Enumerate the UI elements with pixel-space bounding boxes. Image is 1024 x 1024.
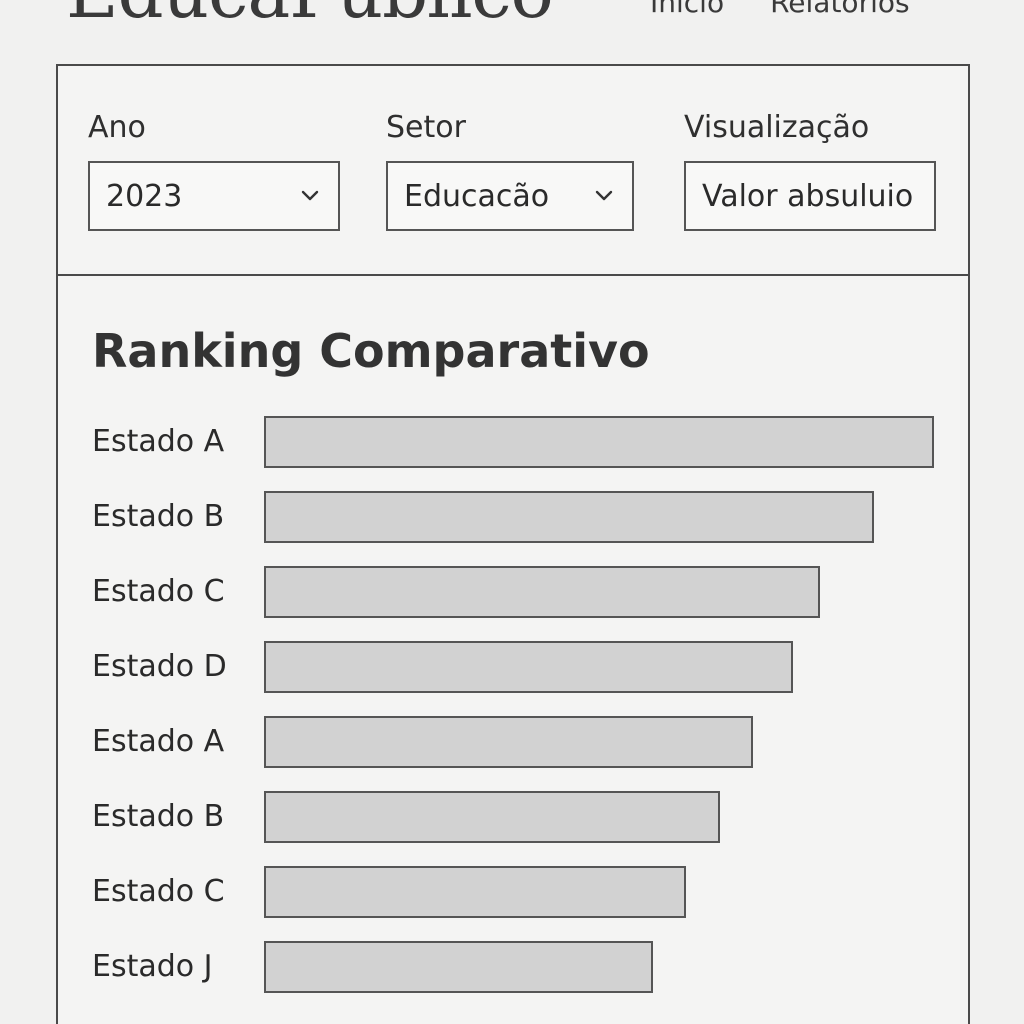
- setor-select[interactable]: Educacão: [386, 161, 634, 231]
- filter-ano: Ano 2023: [88, 110, 340, 231]
- filter-ano-label: Ano: [88, 110, 146, 145]
- bar-label: Estado C: [92, 574, 225, 609]
- top-nav: Inicio Relatorios: [650, 0, 910, 19]
- bar-label: Estado B: [92, 499, 225, 534]
- filters-panel: Ano 2023 Setor Educacão Visualização Val…: [58, 66, 968, 276]
- bar-label: Estado B: [92, 799, 225, 834]
- bar-label: Estado D: [92, 649, 227, 684]
- bar[interactable]: [264, 566, 820, 618]
- dashboard-card: Ano 2023 Setor Educacão Visualização Val…: [56, 64, 970, 1024]
- bar-row: Estado J: [92, 941, 942, 995]
- bar[interactable]: [264, 866, 686, 918]
- ano-select-value: 2023: [106, 178, 183, 214]
- brand-logo[interactable]: EducaPublico: [66, 0, 554, 28]
- bar-row: Estado C: [92, 866, 942, 920]
- visualizacao-select-value: Valor absuluio: [702, 178, 914, 214]
- bar-row: Estado A: [92, 416, 942, 470]
- bar-label: Estado C: [92, 874, 225, 909]
- chevron-down-icon: [301, 190, 319, 201]
- filter-visualizacao: Visualização Valor absuluio: [684, 110, 936, 231]
- bar[interactable]: [264, 791, 720, 843]
- bar-label: Estado A: [92, 724, 225, 759]
- bar-row: Estado D: [92, 641, 942, 695]
- bar-label: Estado J: [92, 949, 213, 984]
- bar[interactable]: [264, 716, 753, 768]
- setor-select-value: Educacão: [404, 178, 550, 214]
- bar-row: Estado B: [92, 791, 942, 845]
- page: EducaPublico Inicio Relatorios Ano 2023 …: [0, 0, 1024, 1024]
- bar[interactable]: [264, 941, 653, 993]
- nav-inicio[interactable]: Inicio: [650, 0, 724, 19]
- bar[interactable]: [264, 641, 793, 693]
- filter-setor: Setor Educacão: [386, 110, 634, 231]
- bar-row: Estado A: [92, 716, 942, 770]
- bar-label: Estado A: [92, 424, 225, 459]
- chevron-down-icon: [595, 190, 613, 201]
- bar-row: Estado C: [92, 566, 942, 620]
- filter-visualizacao-label: Visualização: [684, 110, 870, 145]
- filter-setor-label: Setor: [386, 110, 466, 145]
- bar[interactable]: [264, 416, 934, 468]
- chart-title: Ranking Comparativo: [92, 324, 650, 378]
- bar-row: Estado B: [92, 491, 942, 545]
- ano-select[interactable]: 2023: [88, 161, 340, 231]
- nav-relatorios[interactable]: Relatorios: [770, 0, 909, 19]
- ranking-bar-chart: Estado A Estado B Estado C Estado D Estado A…: [92, 416, 942, 1006]
- bar[interactable]: [264, 491, 874, 543]
- visualizacao-select[interactable]: Valor absuluio: [684, 161, 936, 231]
